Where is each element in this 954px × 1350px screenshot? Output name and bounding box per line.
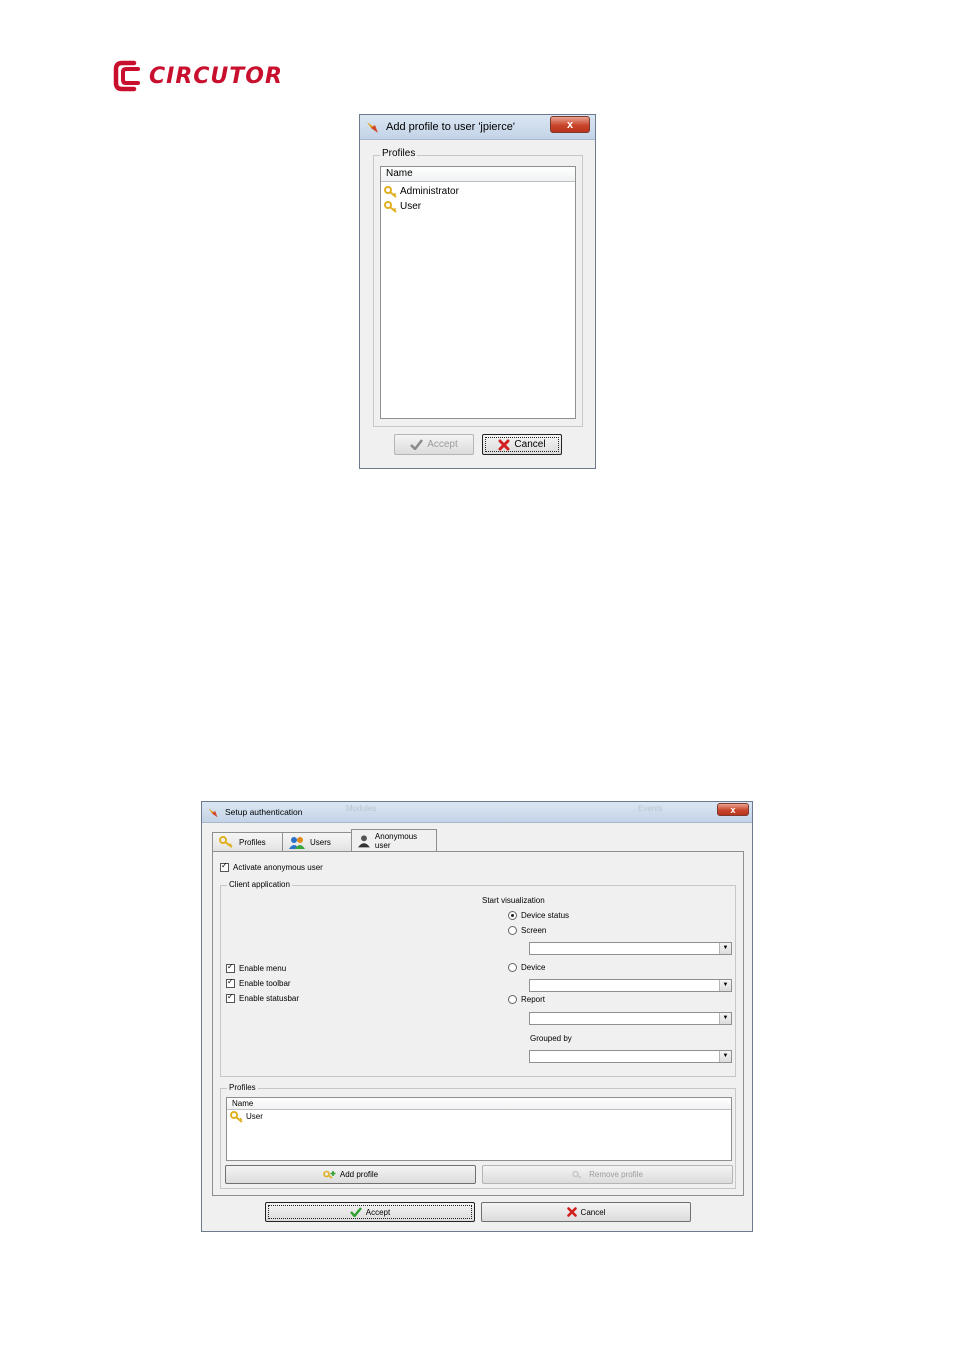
close-icon: x xyxy=(566,118,574,131)
radio-selected-icon xyxy=(508,911,517,920)
enable-toolbar-label: Enable toolbar xyxy=(239,979,291,988)
tab-profiles-label: Profiles xyxy=(239,837,266,847)
cancel-button[interactable]: Cancel xyxy=(482,434,562,455)
device-status-label: Device status xyxy=(521,911,570,920)
add-profile-title: Add profile to user 'jpierce' xyxy=(386,121,515,133)
grouped-by-select[interactable]: ▼ xyxy=(529,1050,732,1063)
remove-key-icon xyxy=(572,1170,582,1179)
device-label: Device xyxy=(521,963,546,972)
name-column-header[interactable]: Name xyxy=(227,1098,731,1110)
close-button[interactable]: x xyxy=(717,803,749,816)
accept-label: Accept xyxy=(365,1207,391,1217)
setup-auth-title: Setup authentication xyxy=(225,807,303,817)
close-button[interactable]: x xyxy=(550,116,590,133)
tab-profiles[interactable]: Profiles xyxy=(212,832,283,851)
radio-unselected-icon xyxy=(508,995,517,1004)
key-icon xyxy=(384,200,397,213)
cancel-label: Cancel xyxy=(514,439,546,450)
checkbox-checked-icon xyxy=(226,962,235,973)
checkbox-checked-icon xyxy=(226,992,235,1003)
report-select[interactable]: ▼ xyxy=(529,1012,732,1025)
screen-select[interactable]: ▼ xyxy=(529,942,732,955)
list-item[interactable]: User xyxy=(227,1110,731,1123)
list-item[interactable]: User xyxy=(381,199,575,214)
app-icon xyxy=(367,122,378,133)
enable-menu-label: Enable menu xyxy=(239,964,287,973)
tab-anonymous-user-label: Anonymous user xyxy=(374,831,418,850)
anonymous-profiles-label: Profiles xyxy=(227,1083,258,1092)
screen-radio[interactable]: Screen xyxy=(508,926,546,935)
enable-statusbar-checkbox[interactable]: Enable statusbar xyxy=(226,992,300,1003)
add-profile-button[interactable]: Add profile xyxy=(225,1165,476,1184)
accept-button[interactable]: Accept xyxy=(394,434,474,455)
key-icon xyxy=(384,185,397,198)
setup-auth-titlebar[interactable]: Setup authentication Modules Events x xyxy=(202,802,752,823)
enable-menu-checkbox[interactable]: Enable menu xyxy=(226,962,287,973)
users-icon xyxy=(289,836,305,849)
client-application-label: Client application xyxy=(227,880,292,889)
cancel-button[interactable]: Cancel xyxy=(481,1202,691,1222)
list-item-label: User xyxy=(400,201,422,212)
report-radio[interactable]: Report xyxy=(508,995,545,1004)
enable-toolbar-checkbox[interactable]: Enable toolbar xyxy=(226,977,291,988)
tab-strip: Profiles Users Anonymous user xyxy=(212,829,437,851)
tab-users[interactable]: Users xyxy=(282,832,352,851)
keys-icon xyxy=(219,835,233,848)
report-label: Report xyxy=(521,995,546,1004)
radio-unselected-icon xyxy=(508,963,517,972)
device-select[interactable]: ▼ xyxy=(529,979,732,992)
add-profile-label: Add profile xyxy=(339,1170,379,1179)
cancel-x-icon xyxy=(566,1207,577,1217)
cancel-x-icon xyxy=(498,439,510,450)
add-profile-dialog: Add profile to user 'jpierce' x Profiles… xyxy=(359,114,596,469)
background-window-label: Events xyxy=(638,804,663,813)
list-item-label: User xyxy=(246,1112,263,1121)
checkbox-checked-icon xyxy=(226,977,235,988)
activate-anonymous-label: Activate anonymous user xyxy=(233,863,323,872)
background-window-label: Modules xyxy=(346,804,377,813)
chevron-down-icon[interactable]: ▼ xyxy=(719,943,731,954)
circutor-logo-text: CIRCUTOR xyxy=(149,63,283,89)
key-icon xyxy=(230,1110,243,1123)
chevron-down-icon[interactable]: ▼ xyxy=(719,1051,731,1062)
accept-label: Accept xyxy=(427,439,458,450)
device-radio[interactable]: Device xyxy=(508,963,545,972)
remove-profile-button[interactable]: Remove profile xyxy=(482,1165,733,1184)
anonymous-profiles-list[interactable]: Name User xyxy=(226,1097,732,1161)
chevron-down-icon[interactable]: ▼ xyxy=(719,980,731,991)
profiles-list[interactable]: Name Administrator User xyxy=(380,166,576,419)
tab-users-label: Users xyxy=(310,837,331,847)
activate-anonymous-user-checkbox[interactable]: Activate anonymous user xyxy=(220,861,323,872)
remove-profile-label: Remove profile xyxy=(589,1170,643,1179)
app-icon xyxy=(208,807,218,817)
device-status-radio[interactable]: Device status xyxy=(508,911,569,920)
add-profile-titlebar[interactable]: Add profile to user 'jpierce' x xyxy=(360,115,595,140)
profiles-group-label: Profiles xyxy=(380,148,418,159)
grouped-by-label: Grouped by xyxy=(530,1034,572,1043)
anonymous-user-icon xyxy=(358,834,370,847)
circutor-logo-icon xyxy=(113,60,140,92)
check-icon xyxy=(410,439,424,450)
setup-authentication-dialog: Setup authentication Modules Events x Pr… xyxy=(201,801,753,1232)
chevron-down-icon[interactable]: ▼ xyxy=(719,1013,731,1024)
anonymous-user-panel: Activate anonymous user Client applicati… xyxy=(212,851,744,1196)
checkbox-checked-icon xyxy=(220,861,229,872)
close-icon: x xyxy=(730,804,736,815)
start-visualization-label: Start visualization xyxy=(482,896,545,905)
enable-statusbar-label: Enable statusbar xyxy=(239,994,300,1003)
list-item[interactable]: Administrator xyxy=(381,184,575,199)
screen-label: Screen xyxy=(521,926,547,935)
tab-anonymous-user[interactable]: Anonymous user xyxy=(351,829,437,851)
name-column-header[interactable]: Name xyxy=(381,167,575,182)
accept-button[interactable]: Accept xyxy=(265,1202,475,1222)
cancel-label: Cancel xyxy=(580,1207,606,1217)
circutor-logo: CIRCUTOR xyxy=(112,58,283,94)
radio-unselected-icon xyxy=(508,926,517,935)
list-item-label: Administrator xyxy=(400,186,459,197)
add-key-icon xyxy=(323,1170,336,1179)
check-icon xyxy=(349,1207,362,1217)
